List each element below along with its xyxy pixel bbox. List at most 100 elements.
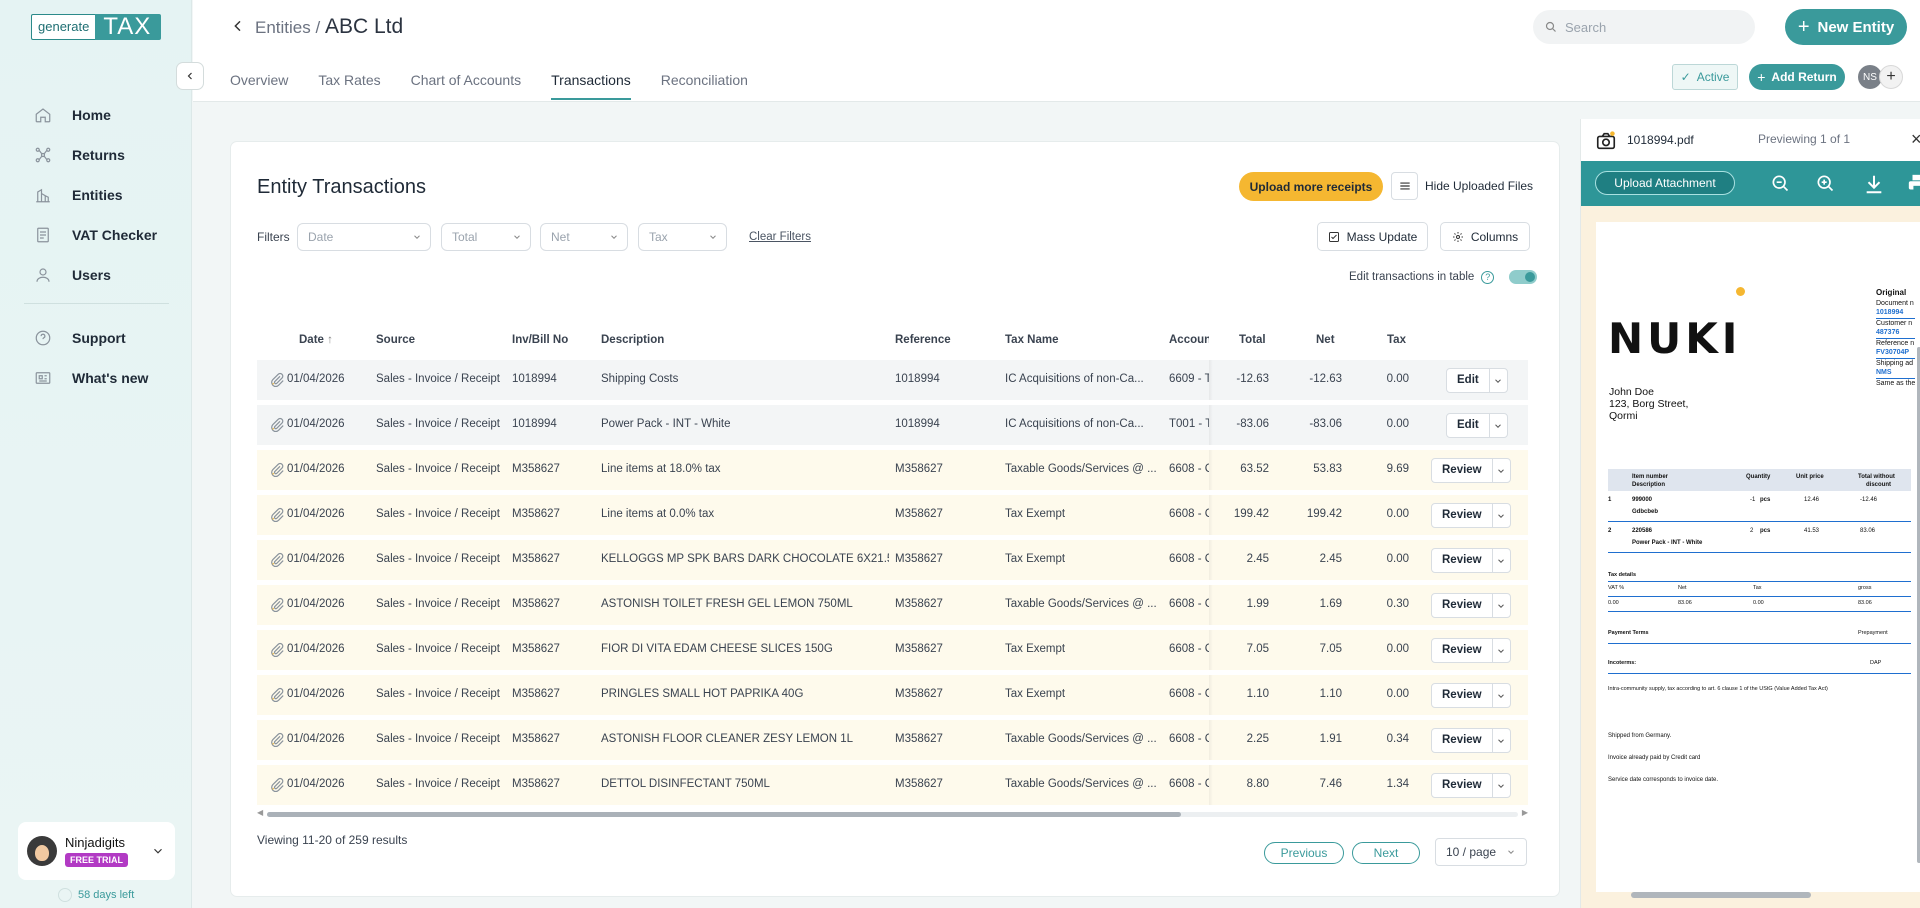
- table-row[interactable]: 01/04/2026 Sales - Invoice / Receipt M3586…: [257, 630, 1528, 670]
- cell-tax-name[interactable]: Taxable Goods/Services @ ...: [1005, 733, 1163, 745]
- sidebar-item-entities[interactable]: Entities: [34, 175, 174, 215]
- cell-inv[interactable]: M358627: [512, 463, 590, 475]
- cell-source[interactable]: Sales - Invoice / Receipt: [376, 643, 504, 655]
- scroll-right-icon[interactable]: ▶: [1522, 808, 1528, 817]
- cell-desc[interactable]: Shipping Costs: [601, 373, 889, 385]
- cell-net[interactable]: -12.63: [1287, 373, 1342, 385]
- cell-inv[interactable]: M358627: [512, 688, 590, 700]
- tab-overview[interactable]: Overview: [230, 72, 288, 100]
- cell-date[interactable]: 01/04/2026: [287, 508, 363, 520]
- cell-date[interactable]: 01/04/2026: [287, 463, 363, 475]
- edit-row-button[interactable]: Edit: [1446, 368, 1508, 393]
- cell-source[interactable]: Sales - Invoice / Receipt: [376, 598, 504, 610]
- help-icon[interactable]: ?: [1481, 270, 1495, 284]
- cell-ref[interactable]: M358627: [895, 643, 995, 655]
- review-row-button[interactable]: Review: [1431, 593, 1511, 618]
- cell-account[interactable]: 6608 - C: [1169, 553, 1209, 565]
- cell-total[interactable]: 1.99: [1219, 598, 1269, 610]
- tab-reconciliation[interactable]: Reconciliation: [661, 72, 748, 100]
- cell-ref[interactable]: M358627: [895, 688, 995, 700]
- cell-tax[interactable]: 0.00: [1357, 508, 1409, 520]
- cell-net[interactable]: 7.46: [1287, 778, 1342, 790]
- previous-page-button[interactable]: Previous: [1264, 842, 1344, 864]
- cell-source[interactable]: Sales - Invoice / Receipt: [376, 373, 504, 385]
- camera-upload-icon[interactable]: [1595, 130, 1617, 152]
- attachment-clip-icon[interactable]: [269, 777, 285, 793]
- zoom-in-icon[interactable]: [1815, 173, 1835, 193]
- tab-transactions[interactable]: Transactions: [551, 72, 631, 100]
- attachment-clip-icon[interactable]: [269, 687, 285, 703]
- cell-date[interactable]: 01/04/2026: [287, 418, 363, 430]
- row-actions-dropdown[interactable]: [1491, 594, 1510, 617]
- search-input[interactable]: Search: [1533, 10, 1755, 44]
- cell-desc[interactable]: Line items at 18.0% tax: [601, 463, 889, 475]
- cell-tax-name[interactable]: Taxable Goods/Services @ ...: [1005, 463, 1163, 475]
- cell-desc[interactable]: Power Pack - INT - White: [601, 418, 889, 430]
- cell-date[interactable]: 01/04/2026: [287, 688, 363, 700]
- edit-in-table-toggle[interactable]: [1509, 270, 1538, 284]
- cell-net[interactable]: 7.05: [1287, 643, 1342, 655]
- row-actions-dropdown[interactable]: [1488, 414, 1507, 437]
- cell-ref[interactable]: M358627: [895, 598, 995, 610]
- document-viewer[interactable]: NUKI John Doe 123, Borg Street, Qormi Or…: [1581, 206, 1920, 908]
- table-row[interactable]: 01/04/2026 Sales - Invoice / Receipt M3586…: [257, 720, 1528, 760]
- tax-filter[interactable]: Tax: [638, 223, 727, 251]
- sidebar-item-support[interactable]: Support: [34, 318, 174, 358]
- cell-inv[interactable]: 1018994: [512, 373, 590, 385]
- cell-total[interactable]: -83.06: [1219, 418, 1269, 430]
- cell-net[interactable]: -83.06: [1287, 418, 1342, 430]
- table-horizontal-scrollbar[interactable]: ◀ ▶: [257, 808, 1528, 818]
- review-row-button[interactable]: Review: [1431, 503, 1511, 528]
- hide-files-toggle[interactable]: [1391, 172, 1418, 200]
- zoom-out-icon[interactable]: [1770, 173, 1790, 193]
- attachment-clip-icon[interactable]: [269, 642, 285, 658]
- edit-row-button[interactable]: Edit: [1446, 413, 1508, 438]
- table-row[interactable]: 01/04/2026 Sales - Invoice / Receipt M3586…: [257, 675, 1528, 715]
- table-row[interactable]: 01/04/2026 Sales - Invoice / Receipt M3586…: [257, 765, 1528, 805]
- table-row[interactable]: 01/04/2026 Sales - Invoice / Receipt 10189…: [257, 360, 1528, 400]
- cell-tax-name[interactable]: Taxable Goods/Services @ ...: [1005, 778, 1163, 790]
- cell-date[interactable]: 01/04/2026: [287, 778, 363, 790]
- next-page-button[interactable]: Next: [1352, 842, 1420, 864]
- sidebar-item-whats-new[interactable]: What's new: [34, 358, 174, 398]
- attachment-clip-icon[interactable]: [269, 507, 285, 523]
- cell-net[interactable]: 1.69: [1287, 598, 1342, 610]
- back-arrow-icon[interactable]: [230, 18, 246, 34]
- cell-account[interactable]: 6608 - C: [1169, 688, 1209, 700]
- cell-desc[interactable]: FIOR DI VITA EDAM CHEESE SLICES 150G: [601, 643, 889, 655]
- sidebar-item-home[interactable]: Home: [34, 95, 174, 135]
- review-row-button[interactable]: Review: [1431, 548, 1511, 573]
- cell-ref[interactable]: M358627: [895, 508, 995, 520]
- cell-desc[interactable]: DETTOL DISINFECTANT 750ML: [601, 778, 889, 790]
- cell-tax-name[interactable]: IC Acquisitions of non-Ca...: [1005, 418, 1163, 430]
- cell-date[interactable]: 01/04/2026: [287, 733, 363, 745]
- cell-source[interactable]: Sales - Invoice / Receipt: [376, 733, 504, 745]
- cell-account[interactable]: T001 - T: [1169, 418, 1209, 430]
- table-row[interactable]: 01/04/2026 Sales - Invoice / Receipt M3586…: [257, 585, 1528, 625]
- row-actions-dropdown[interactable]: [1491, 459, 1510, 482]
- cell-source[interactable]: Sales - Invoice / Receipt: [376, 463, 504, 475]
- download-icon[interactable]: [1863, 173, 1885, 195]
- table-row[interactable]: 01/04/2026 Sales - Invoice / Receipt 10189…: [257, 405, 1528, 445]
- cell-source[interactable]: Sales - Invoice / Receipt: [376, 778, 504, 790]
- cell-account[interactable]: 6608 - C: [1169, 778, 1209, 790]
- cell-net[interactable]: 1.10: [1287, 688, 1342, 700]
- attachment-clip-icon[interactable]: [269, 732, 285, 748]
- column-header-tax-name[interactable]: Tax Name: [1005, 334, 1058, 346]
- cell-inv[interactable]: M358627: [512, 778, 590, 790]
- table-row[interactable]: 01/04/2026 Sales - Invoice / Receipt M3586…: [257, 495, 1528, 535]
- row-actions-dropdown[interactable]: [1491, 729, 1510, 752]
- columns-button[interactable]: Columns: [1440, 222, 1530, 251]
- date-filter[interactable]: Date: [297, 223, 431, 251]
- attachment-clip-icon[interactable]: [269, 552, 285, 568]
- cell-tax-name[interactable]: Taxable Goods/Services @ ...: [1005, 598, 1163, 610]
- review-row-button[interactable]: Review: [1431, 683, 1511, 708]
- cell-source[interactable]: Sales - Invoice / Receipt: [376, 688, 504, 700]
- add-return-button[interactable]: + Add Return: [1749, 64, 1845, 90]
- logo[interactable]: generate TAX: [31, 14, 162, 40]
- page-size-select[interactable]: 10 / page: [1435, 838, 1527, 866]
- cell-desc[interactable]: ASTONISH TOILET FRESH GEL LEMON 750ML: [601, 598, 889, 610]
- add-user-button[interactable]: +: [1879, 65, 1903, 89]
- attachment-clip-icon[interactable]: [269, 462, 285, 478]
- cell-total[interactable]: 2.25: [1219, 733, 1269, 745]
